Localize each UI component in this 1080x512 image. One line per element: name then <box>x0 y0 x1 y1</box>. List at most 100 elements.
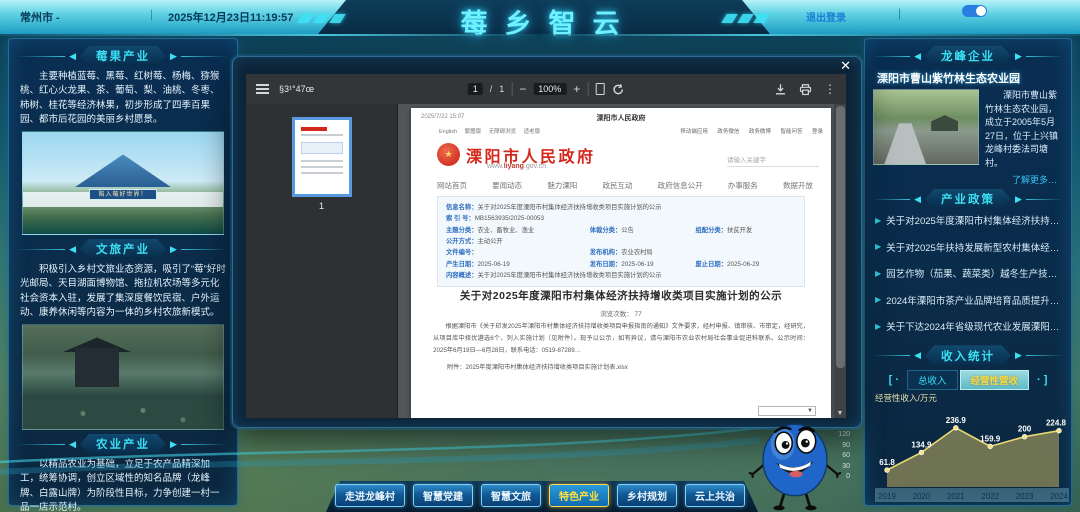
svg-text:2021: 2021 <box>947 492 965 501</box>
zoom-level[interactable]: 100% <box>533 83 566 95</box>
pdf-viewer: §3¹°47œ 1 / 1 − 100% + <box>246 74 846 418</box>
fit-page-icon[interactable] <box>595 83 604 95</box>
site-nav-item[interactable]: 办事服务 <box>728 180 758 191</box>
site-search-input[interactable]: 请输入关键字 <box>727 154 819 167</box>
nav-village-button[interactable]: 走进龙峰村 <box>335 484 405 507</box>
svg-text:2022: 2022 <box>981 492 999 501</box>
bullet-arrow-icon: ▶ <box>875 295 881 304</box>
berry-park-entrance-image: 陷入莓好世界！ <box>22 131 224 235</box>
arrow-right-icon[interactable]: ▶ <box>170 244 177 255</box>
income-tabs: [ · 总收入 经营性营收 · ] <box>873 370 1063 390</box>
header-divider-2: | <box>898 6 901 20</box>
section-title-company: 龙峰企业 <box>925 46 1011 66</box>
blue-canopy-decoration <box>75 154 171 187</box>
policy-news-list: ▶关于对2025年度溧阳市村集体经济扶持增收类… ▶关于对2025年扶持发展新型… <box>873 213 1063 333</box>
zoom-in-button[interactable]: + <box>573 83 580 95</box>
arrow-left-icon[interactable]: ◀ <box>69 439 76 450</box>
nav-tourism-button[interactable]: 智慧文旅 <box>481 484 541 507</box>
policy-news-item[interactable]: ▶园艺作物（茄果、蔬菜类）越冬生产技术指导意见 <box>875 266 1063 280</box>
policy-news-item[interactable]: ▶2024年溧阳市茶产业品牌培育品质提升项目申… <box>875 293 1063 307</box>
arrow-left-icon[interactable]: ◀ <box>914 51 921 62</box>
pdf-thumbnail-panel: 1 <box>246 104 398 418</box>
arrow-right-icon[interactable]: ▶ <box>170 51 177 62</box>
section-header-agriculture: ◀ 农业产业 ▶ <box>17 434 229 454</box>
scrollbar-thumb[interactable] <box>836 106 845 368</box>
rotate-icon[interactable] <box>611 83 624 96</box>
site-header-text: 溧阳市人民政府 <box>411 113 831 123</box>
right-info-panel: ◀ 龙峰企业 ▶ 溧阳市曹山紫竹林生态农业园 溧阳市曹山紫竹林生态农业园，成立于… <box>864 38 1072 506</box>
arrow-right-icon[interactable]: ▶ <box>170 439 177 450</box>
policy-news-item[interactable]: ▶关于下达2024年省级现代农业发展溧阳市特色… <box>875 319 1063 333</box>
chart-y-axis-label: 经营性收入/万元 <box>875 392 1063 404</box>
arrow-left-icon[interactable]: ◀ <box>69 51 76 62</box>
document-modal: ✕ §3¹°47œ 1 / 1 − 100% + <box>232 56 862 428</box>
section-title-tourism: 文旅产业 <box>80 239 166 259</box>
tab-operating-income[interactable]: 经营性营收 <box>960 370 1030 390</box>
arrow-left-icon[interactable]: ◀ <box>914 350 921 361</box>
svg-text:236.9: 236.9 <box>946 415 967 424</box>
arrow-left-icon[interactable]: ◀ <box>914 194 921 205</box>
top-header: 常州市 - | 2025年12月23日11:19:57 莓乡智云 退出登录 | <box>0 0 1080 34</box>
svg-text:61.8: 61.8 <box>879 458 895 467</box>
company-description: 溧阳市曹山紫竹林生态农业园，成立于2005年5月27日，位于上兴镇龙峰村委法司塘… <box>985 89 1063 170</box>
bullet-arrow-icon: ▶ <box>875 216 881 225</box>
tab-total-income[interactable]: 总收入 <box>907 370 958 390</box>
site-nav-item[interactable]: 魅力溧阳 <box>547 180 577 191</box>
bracket-decor-left: [ · <box>889 374 899 386</box>
section-header-company: ◀ 龙峰企业 ▶ <box>873 46 1063 66</box>
berry-industry-text: 主要种植蓝莓、黑莓、红树莓、杨梅、猕猴桃、红心火龙果、茶、葡萄、梨、油桃、冬枣、… <box>20 70 226 127</box>
more-options-icon[interactable]: ⋮ <box>824 83 836 95</box>
menu-icon[interactable] <box>256 82 269 97</box>
hut-decoration <box>931 115 958 131</box>
svg-text:2024: 2024 <box>1050 492 1068 501</box>
print-icon[interactable] <box>799 83 812 96</box>
download-icon[interactable] <box>774 83 787 96</box>
policy-news-item[interactable]: ▶关于对2025年度溧阳市村集体经济扶持增收类… <box>875 213 1063 227</box>
learn-more-link[interactable]: 了解更多… <box>873 173 1057 186</box>
arrow-left-icon[interactable]: ◀ <box>69 244 76 255</box>
svg-text:2020: 2020 <box>913 492 931 501</box>
bottom-nav: 走进龙峰村 智慧党建 智慧文旅 特色产业 乡村规划 云上共治 <box>335 484 745 507</box>
nav-governance-button[interactable]: 云上共治 <box>685 484 745 507</box>
site-nav-item[interactable]: 数据开放 <box>783 180 813 191</box>
pavilion-pond-image <box>22 324 224 430</box>
header-toggle-switch[interactable] <box>962 5 987 17</box>
site-nav-item[interactable]: 政民互动 <box>602 180 632 191</box>
bullet-arrow-icon: ▶ <box>875 242 881 251</box>
site-top-links-left[interactable]: English 繁體版 无障碍浏览 适老版 <box>439 127 540 135</box>
site-nav-item[interactable]: 网站首页 <box>437 180 467 191</box>
site-top-links-right[interactable]: 移动端应用 政务微信 政务微博 智能问答 登录 <box>680 127 823 135</box>
thumbnail-page-number: 1 <box>246 201 397 211</box>
arrow-right-icon[interactable]: ▶ <box>1015 350 1022 361</box>
svg-text:134.9: 134.9 <box>911 440 932 449</box>
close-icon[interactable]: ✕ <box>840 59 851 73</box>
section-title-berry: 莓果产业 <box>80 46 166 66</box>
site-nav-item[interactable]: 要闻动态 <box>492 180 522 191</box>
nav-planning-button[interactable]: 乡村规划 <box>617 484 677 507</box>
page-number-input[interactable]: 1 <box>468 83 483 95</box>
left-industry-panel: ◀ 莓果产业 ▶ 主要种植蓝莓、黑莓、红树莓、杨梅、猕猴桃、红心火龙果、茶、葡萄… <box>8 38 238 506</box>
section-title-agriculture: 农业产业 <box>80 434 166 454</box>
dashboard-root: 常州市 - | 2025年12月23日11:19:57 莓乡智云 退出登录 | … <box>0 0 1080 512</box>
bracket-decor-right: · ] <box>1037 374 1047 386</box>
nav-party-button[interactable]: 智慧党建 <box>413 484 473 507</box>
zoom-out-button[interactable]: − <box>519 83 526 95</box>
pdf-scrollbar[interactable]: ▼ <box>834 104 846 418</box>
logout-link[interactable]: 退出登录 <box>806 9 846 24</box>
page-thumbnail[interactable] <box>292 117 352 197</box>
policy-news-item[interactable]: ▶关于对2025年扶持发展新型农村集体经济项目… <box>875 240 1063 254</box>
pdf-page-area: 2025/7/22 15:07 溧阳市人民政府 English 繁體版 无障碍浏… <box>398 104 846 418</box>
view-count: 浏览次数： 77 <box>411 308 831 318</box>
pdf-toolbar: §3¹°47œ 1 / 1 − 100% + <box>246 74 846 104</box>
tourism-industry-text: 积极引入乡村文旅业态资源，吸引了“莓”好时光邮局、天目湖面博物馆、拖拉机农场等多… <box>20 263 226 320</box>
bullet-arrow-icon: ▶ <box>875 269 881 278</box>
arrow-right-icon[interactable]: ▶ <box>1015 194 1022 205</box>
svg-text:159.9: 159.9 <box>980 434 1001 443</box>
svg-text:224.8: 224.8 <box>1046 418 1067 427</box>
site-nav-item[interactable]: 政府信息公开 <box>658 180 703 191</box>
arrow-right-icon[interactable]: ▶ <box>1015 51 1022 62</box>
header-underline <box>0 34 1080 36</box>
attachment-link[interactable]: 附件：2025年度溧阳市村集体经济扶持增收类项目实施计划表.xlsx <box>447 362 628 371</box>
thumbnail-header-decor <box>301 127 327 131</box>
nav-industry-button[interactable]: 特色产业 <box>549 484 609 507</box>
